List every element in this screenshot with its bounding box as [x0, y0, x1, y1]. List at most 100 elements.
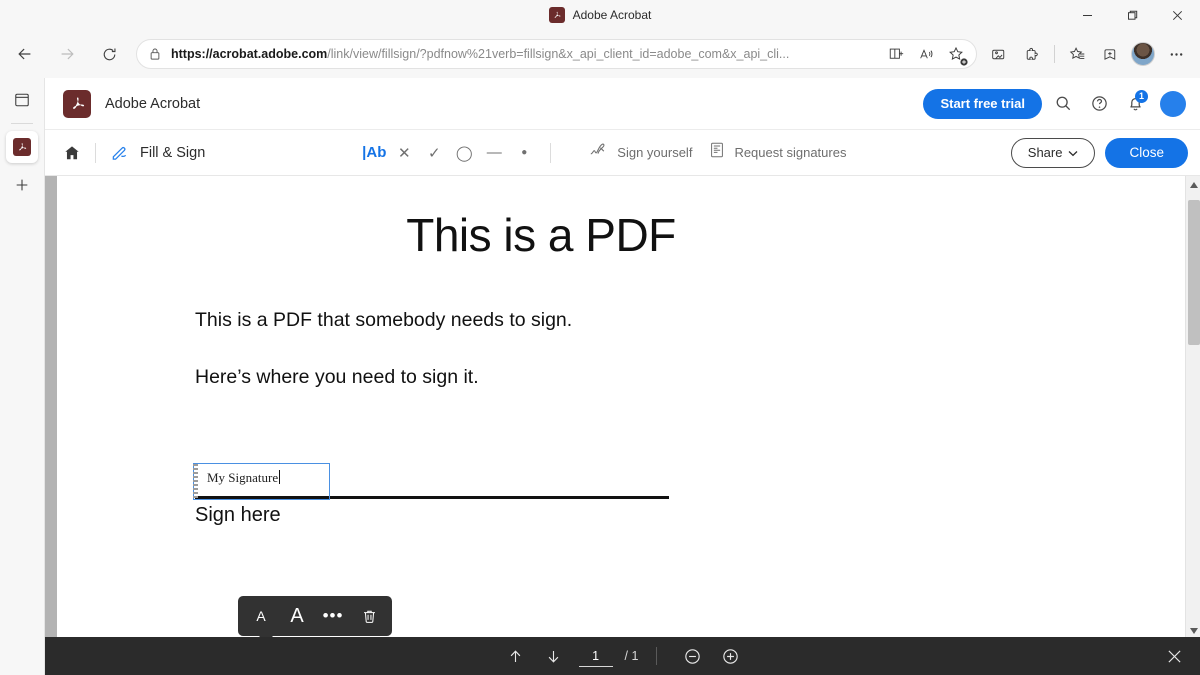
notification-badge: 1: [1135, 90, 1148, 103]
signature-pen-icon: [589, 141, 609, 164]
favorites-icon[interactable]: [1061, 38, 1093, 70]
url-text: https://acrobat.adobe.com/link/view/fill…: [171, 47, 882, 61]
acrobat-header-actions: Start free trial 1: [923, 89, 1186, 119]
home-icon[interactable]: [59, 140, 85, 166]
sign-yourself-button[interactable]: Sign yourself: [583, 141, 698, 164]
dot-tool[interactable]: ●: [510, 139, 538, 167]
user-avatar[interactable]: [1160, 91, 1186, 117]
request-signatures-label: Request signatures: [734, 145, 846, 160]
profile-avatar[interactable]: [1127, 38, 1159, 70]
close-viewer-icon[interactable]: [1157, 641, 1191, 671]
pdf-title: This is a PDF: [57, 208, 1185, 262]
sign-here-label: Sign here: [195, 504, 281, 527]
url-domain: https://acrobat.adobe.com: [171, 47, 327, 61]
signature-actions: Sign yourself Request signatures: [583, 141, 852, 164]
close-window-button[interactable]: [1155, 0, 1200, 30]
chevron-down-icon: [1068, 145, 1078, 160]
fill-sign-toolbar: Fill & Sign |Ab ✕ ✓ ◯ — ● Sign yourself: [45, 130, 1200, 176]
request-signature-doc-icon: [708, 141, 726, 164]
fill-sign-toolbar-right: Share Close: [1011, 138, 1188, 168]
field-resize-handle[interactable]: [193, 464, 198, 499]
search-icon[interactable]: [1048, 89, 1078, 119]
toolbar-divider: [550, 143, 551, 163]
cross-tool[interactable]: ✕: [390, 139, 418, 167]
document-viewport: This is a PDF This is a PDF that somebod…: [45, 176, 1200, 675]
arrow-up-icon[interactable]: [499, 641, 533, 671]
window-controls: [1065, 0, 1200, 30]
browser-tab-title: Adobe Acrobat: [573, 8, 652, 22]
toolbar-divider: [1054, 45, 1055, 63]
pdf-paragraph-2: Here’s where you need to sign it.: [195, 366, 479, 389]
sign-yourself-label: Sign yourself: [617, 145, 692, 160]
favorite-star-icon[interactable]: [942, 40, 970, 68]
forward-arrow-icon: [50, 37, 84, 71]
font-size-larger-icon[interactable]: A: [280, 599, 314, 633]
lock-icon: [149, 47, 161, 61]
reload-icon[interactable]: [92, 37, 126, 71]
text-tool[interactable]: |Ab: [360, 139, 388, 167]
pdf-bottom-toolbar: / 1: [45, 637, 1200, 675]
back-arrow-icon[interactable]: [8, 37, 42, 71]
field-context-toolbar: A A •••: [238, 596, 392, 636]
page-left-margin: [45, 176, 57, 639]
start-free-trial-button[interactable]: Start free trial: [923, 89, 1042, 119]
circle-tool[interactable]: ◯: [450, 139, 478, 167]
bottom-toolbar-divider: [656, 647, 657, 665]
signature-text-field[interactable]: My Signature: [193, 463, 330, 500]
minimize-button[interactable]: [1065, 0, 1110, 30]
trash-icon[interactable]: [352, 599, 386, 633]
sidebar-divider: [11, 123, 33, 124]
page-total-label: / 1: [625, 649, 639, 663]
acrobat-logo-icon[interactable]: [63, 90, 91, 118]
page-navigation: / 1: [499, 641, 748, 671]
address-bar-icons: [882, 40, 970, 68]
address-bar[interactable]: https://acrobat.adobe.com/link/view/fill…: [136, 39, 977, 69]
edge-vertical-sidebar: [0, 78, 44, 675]
zoom-out-icon[interactable]: [675, 641, 709, 671]
browser-toolbar: https://acrobat.adobe.com/link/view/fill…: [0, 30, 1200, 78]
close-document-button[interactable]: Close: [1105, 138, 1188, 168]
browser-tab[interactable]: Adobe Acrobat: [549, 7, 652, 23]
read-aloud-icon[interactable]: [912, 40, 940, 68]
request-signatures-button[interactable]: Request signatures: [702, 141, 852, 164]
acrobat-app: Adobe Acrobat Start free trial 1: [44, 78, 1200, 675]
fill-sign-title: Fill & Sign: [140, 145, 205, 161]
signature-field-value: My Signature: [207, 470, 280, 486]
scroll-up-arrow-icon[interactable]: [1186, 176, 1200, 193]
annotation-tools: |Ab ✕ ✓ ◯ — ●: [360, 139, 561, 167]
vertical-scroll-thumb[interactable]: [1188, 200, 1200, 345]
url-path: /link/view/fillsign/?pdfnow%21verb=fills…: [327, 47, 789, 61]
browser-window: Adobe Acrobat: [0, 0, 1200, 675]
acrobat-brand-label: Adobe Acrobat: [105, 96, 200, 112]
vertical-tabs-icon[interactable]: [6, 84, 38, 116]
pdf-paragraph-1: This is a PDF that somebody needs to sig…: [195, 309, 572, 332]
share-button[interactable]: Share: [1011, 138, 1096, 168]
split-screen-icon[interactable]: [882, 40, 910, 68]
browser-toolbar-right: [983, 38, 1200, 70]
more-options-icon[interactable]: •••: [316, 599, 350, 633]
arrow-down-icon[interactable]: [537, 641, 571, 671]
toolbar-divider: [95, 143, 96, 163]
acrobat-favicon-icon: [549, 7, 565, 23]
maximize-button[interactable]: [1110, 0, 1155, 30]
text-cursor: [279, 470, 280, 484]
notification-bell-icon[interactable]: 1: [1120, 89, 1150, 119]
vertical-scrollbar[interactable]: [1185, 176, 1200, 639]
browser-essentials-icon[interactable]: [983, 38, 1015, 70]
acrobat-tab-icon[interactable]: [6, 131, 38, 163]
more-settings-icon[interactable]: [1160, 38, 1192, 70]
help-icon[interactable]: [1084, 89, 1114, 119]
line-tool[interactable]: —: [480, 139, 508, 167]
checkmark-tool[interactable]: ✓: [420, 139, 448, 167]
extensions-icon[interactable]: [1016, 38, 1048, 70]
pdf-page[interactable]: This is a PDF This is a PDF that somebod…: [57, 176, 1185, 639]
zoom-in-icon[interactable]: [713, 641, 747, 671]
share-label: Share: [1028, 145, 1063, 160]
collections-icon[interactable]: [1094, 38, 1126, 70]
add-tab-icon[interactable]: [6, 169, 38, 201]
acrobat-header: Adobe Acrobat Start free trial 1: [45, 78, 1200, 130]
fill-sign-pen-icon: [106, 140, 132, 166]
browser-titlebar: Adobe Acrobat: [0, 0, 1200, 30]
font-size-smaller-icon[interactable]: A: [244, 599, 278, 633]
page-number-input[interactable]: [579, 645, 613, 667]
